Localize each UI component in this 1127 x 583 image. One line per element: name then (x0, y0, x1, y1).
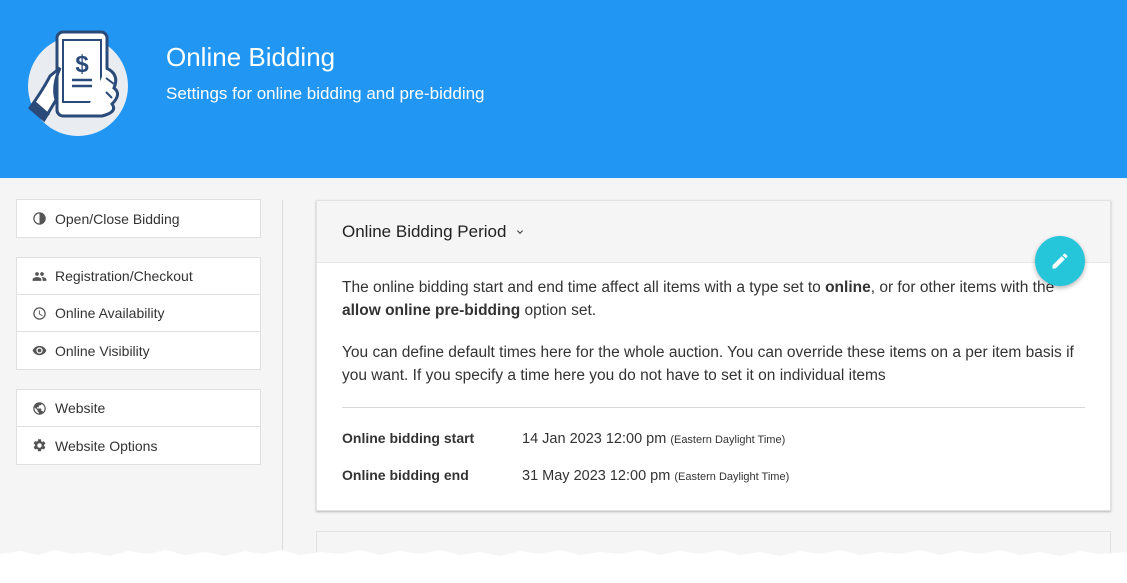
contrast-icon (31, 211, 47, 227)
svg-text:$: $ (75, 51, 89, 78)
bidding-start-timezone: (Eastern Daylight Time) (670, 434, 786, 446)
sidebar-item-website[interactable]: Website (17, 390, 260, 427)
sidebar-item-label: Registration/Checkout (55, 268, 193, 284)
sidebar-item-online-visibility[interactable]: Online Visibility (17, 332, 260, 369)
sidebar-item-website-options[interactable]: Website Options (17, 427, 260, 464)
torn-edge (0, 550, 1127, 583)
pencil-icon (1052, 253, 1068, 269)
bidding-start-value: 14 Jan 2023 12:00 pm (522, 431, 667, 447)
bidding-description: The online bidding start and end time af… (342, 277, 1085, 322)
phone-dollar-hand-icon: $ (22, 28, 132, 146)
sidebar-item-label: Website (55, 400, 106, 416)
card-body: The online bidding start and end time af… (317, 263, 1110, 484)
sidebar-item-label: Open/Close Bidding (55, 210, 180, 227)
chevron-down-icon[interactable] (514, 226, 526, 238)
sidebar-item-online-availability[interactable]: Online Availability (17, 295, 260, 332)
description-text: The online bidding start and end time af… (342, 279, 826, 296)
bidding-start-row: Online bidding start 14 Jan 2023 12:00 p… (342, 430, 1085, 447)
bidding-start-label: Online bidding start (342, 430, 475, 446)
sidebar-item-label: Online Visibility (55, 342, 150, 359)
page-header: $ Online Bidding Settings for online bid… (0, 0, 1127, 178)
bidding-end-row: Online bidding end 31 May 2023 12:00 pm … (342, 467, 1085, 484)
people-icon (31, 268, 47, 284)
online-bidding-period-card: Online Bidding Period The online bidding… (316, 200, 1111, 511)
card-title: Online Bidding Period (342, 221, 507, 241)
default-times-description: You can define default times here for th… (342, 344, 1074, 384)
sidebar-item-label: Online Availability (55, 305, 165, 321)
description-text: option set. (520, 301, 597, 319)
gear-icon (31, 438, 47, 454)
sidebar-item-label: Website Options (55, 437, 158, 454)
sidebar-item-registration-checkout[interactable]: Registration/Checkout (17, 258, 260, 295)
sidebar (0, 178, 296, 583)
globe-icon (31, 400, 47, 416)
bidding-end-value: 31 May 2023 12:00 pm (522, 468, 671, 484)
sidebar-divider (282, 200, 283, 552)
eye-icon (31, 343, 47, 359)
bidding-end-timezone: (Eastern Daylight Time) (674, 471, 790, 483)
sidebar-group-registration: Registration/Checkout Online Availabilit… (16, 257, 261, 370)
card-header[interactable]: Online Bidding Period (317, 201, 1110, 263)
edit-button[interactable] (1035, 236, 1085, 286)
page-title: Online Bidding (166, 42, 336, 72)
page-subtitle: Settings for online bidding and pre-bidd… (166, 84, 485, 103)
clock-icon (31, 305, 47, 321)
bidding-end-label: Online bidding end (342, 467, 469, 483)
description-bold-online: online (825, 279, 871, 296)
description-bold-prebidding: allow online pre-bidding (342, 301, 521, 319)
description-text: , or for other items with the (870, 279, 1055, 296)
divider (342, 407, 1085, 408)
sidebar-group-website: Website Website Options (16, 389, 261, 465)
sidebar-group-bidding: Open/Close Bidding (16, 199, 261, 238)
sidebar-item-open-close-bidding[interactable]: Open/Close Bidding (17, 200, 260, 237)
